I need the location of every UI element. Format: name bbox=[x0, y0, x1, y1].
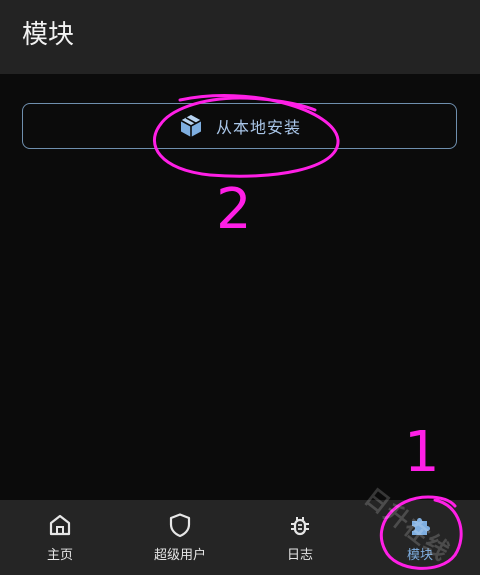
nav-label-superuser: 超级用户 bbox=[153, 548, 206, 563]
package-box-icon bbox=[178, 113, 204, 139]
annotation-number-two: 2 bbox=[216, 177, 252, 242]
bug-icon bbox=[287, 512, 313, 538]
nav-item-superuser[interactable]: 超级用户 bbox=[120, 500, 240, 575]
nav-item-log[interactable]: 日志 bbox=[240, 500, 360, 575]
nav-label-log: 日志 bbox=[286, 548, 313, 563]
app-bar: 模块 bbox=[0, 0, 480, 74]
install-button-label: 从本地安装 bbox=[215, 118, 301, 137]
annotation-number-one: 1 bbox=[404, 420, 440, 485]
modules-screen: 模块 从本地安装 主页 超级用户 日志 模块 2 1 日升在线 bbox=[0, 0, 480, 575]
nav-item-home[interactable]: 主页 bbox=[0, 500, 120, 575]
page-title: 模块 bbox=[22, 20, 75, 50]
nav-label-home: 主页 bbox=[46, 548, 73, 563]
install-from-storage-button[interactable]: 从本地安装 bbox=[22, 103, 457, 149]
shield-icon bbox=[167, 512, 193, 538]
annotation-circles bbox=[153, 94, 463, 570]
home-icon bbox=[47, 512, 73, 538]
